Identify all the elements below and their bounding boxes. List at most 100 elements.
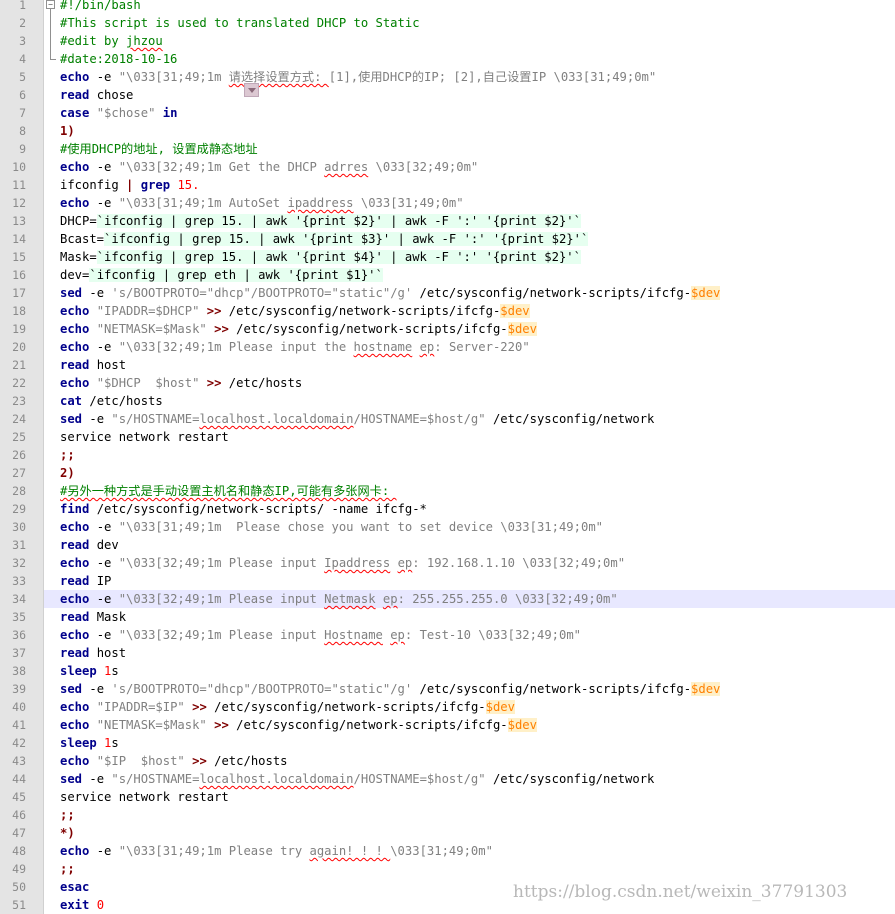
line-code: echo -e "\033[32;49;1m Please input Host… <box>60 626 581 644</box>
code-line[interactable]: 24 sed -e "s/HOSTNAME=localhost.localdoma… <box>0 410 895 428</box>
line-code: service network restart <box>60 788 229 806</box>
code-line[interactable]: 12 echo -e "\033[31;49;1m AutoSet ipaddre… <box>0 194 895 212</box>
line-number: 43 <box>0 752 44 770</box>
code-line[interactable]: 48 echo -e "\033[31;49;1m Please try agai… <box>0 842 895 860</box>
code-line[interactable]: 39 sed -e 's/BOOTPROTO="dhcp"/BOOTPROTO="… <box>0 680 895 698</box>
code-line[interactable]: 47 *) <box>0 824 895 842</box>
dropdown-arrow-icon[interactable] <box>244 83 259 97</box>
code-line[interactable]: 40 echo "IPADDR=$IP" >> /etc/sysconfig/ne… <box>0 698 895 716</box>
fold-collapse-icon[interactable]: − <box>45 0 58 14</box>
code-token: "\033[31;49;1m <box>118 70 229 84</box>
line-number: 23 <box>0 392 44 410</box>
code-line[interactable]: 17 sed -e 's/BOOTPROTO="dhcp"/BOOTPROTO="… <box>0 284 895 302</box>
code-editor[interactable]: 1− #!/bin/bash 2 #This script is used to tr… <box>0 0 895 914</box>
code-line[interactable]: 27 2) <box>0 464 895 482</box>
line-number: 16 <box>0 266 44 284</box>
code-token: 's/BOOTPROTO="dhcp"/BOOTPROTO="static"/g… <box>111 286 413 300</box>
code-line[interactable]: 2 #This script is used to translated DHCP… <box>0 14 895 32</box>
code-line[interactable]: 43 echo "$IP $host" >> /etc/hosts <box>0 752 895 770</box>
line-number: 14 <box>0 230 44 248</box>
code-line[interactable]: 36 echo -e "\033[32;49;1m Please input Ho… <box>0 626 895 644</box>
code-line[interactable]: 6 read chose <box>0 86 895 104</box>
code-line[interactable]: 46;; <box>0 806 895 824</box>
line-code: echo -e "\033[31;49;1m 请选择设置方式: [1],使用DH… <box>60 68 656 86</box>
code-line[interactable]: 37 read host <box>0 644 895 662</box>
code-token: read <box>60 538 90 552</box>
line-code: echo "NETMASK=$Mask" >> /etc/sysconfig/n… <box>60 716 537 734</box>
code-line[interactable]: 42 sleep 1s <box>0 734 895 752</box>
code-token: -e <box>89 340 119 354</box>
code-line[interactable]: 20 echo -e "\033[32;49;1m Please input th… <box>0 338 895 356</box>
code-token: $dev <box>500 304 530 318</box>
code-token: `ifconfig | grep 15. | awk '{print $4}' … <box>96 250 581 264</box>
code-token: \033[31;49;0m" <box>390 844 493 858</box>
code-token: : Server-220" <box>434 340 530 354</box>
code-token: "NETMASK=$Mask" <box>96 718 207 732</box>
line-code: read Mask <box>60 608 126 626</box>
code-line[interactable]: 26;; <box>0 446 895 464</box>
code-line[interactable]: 7 case "$chose" in <box>0 104 895 122</box>
line-code: case "$chose" in <box>60 104 177 122</box>
code-line[interactable]: 19 echo "NETMASK=$Mask" >> /etc/sysconfig… <box>0 320 895 338</box>
line-number: 25 <box>0 428 44 446</box>
code-line[interactable]: 33 read IP <box>0 572 895 590</box>
code-line[interactable]: 34 echo -e "\033[32;49;1m Please input Ne… <box>0 590 895 608</box>
code-token: find <box>60 502 90 516</box>
code-line[interactable]: 25 service network restart <box>0 428 895 446</box>
code-token: service network restart <box>60 430 229 444</box>
code-line[interactable]: 13 DHCP=`ifconfig | grep 15. | awk '{prin… <box>0 212 895 230</box>
code-token: case <box>60 106 90 120</box>
code-line[interactable]: 5 echo -e "\033[31;49;1m 请选择设置方式: [1],使用D… <box>0 68 895 86</box>
code-line[interactable]: 18 echo "IPADDR=$DHCP" >> /etc/sysconfig/… <box>0 302 895 320</box>
code-line[interactable]: 1− #!/bin/bash <box>0 0 895 14</box>
code-token: exit <box>60 898 90 912</box>
code-line[interactable]: 9 #使用DHCP的地址, 设置成静态地址 <box>0 140 895 158</box>
line-number: 13 <box>0 212 44 230</box>
code-line[interactable]: 8 1) <box>0 122 895 140</box>
code-token: echo <box>60 754 90 768</box>
code-line[interactable]: 21 read host <box>0 356 895 374</box>
line-number: 5 <box>0 68 44 86</box>
code-token: echo <box>60 160 90 174</box>
code-token: localhost.localdomain <box>199 772 354 786</box>
code-line[interactable]: 35 read Mask <box>0 608 895 626</box>
code-line[interactable]: 32 echo -e "\033[32;49;1m Please input Ip… <box>0 554 895 572</box>
code-token: ifconfig <box>60 178 127 192</box>
code-line[interactable]: 45 service network restart <box>0 788 895 806</box>
line-code: DHCP=`ifconfig | grep 15. | awk '{print … <box>60 212 581 230</box>
line-code: sed -e 's/BOOTPROTO="dhcp"/BOOTPROTO="st… <box>60 680 721 698</box>
line-number: 15 <box>0 248 44 266</box>
code-line[interactable]: 30 echo -e "\033[31;49;1m Please chose yo… <box>0 518 895 536</box>
line-code: echo -e "\033[32;49;1m Please input Netm… <box>60 590 618 608</box>
code-line[interactable]: 41 echo "NETMASK=$Mask" >> /etc/sysconfig… <box>0 716 895 734</box>
code-line[interactable]: 11 ifconfig | grep 15. <box>0 176 895 194</box>
line-code: 2) <box>60 464 75 482</box>
code-line[interactable]: 10 echo -e "\033[32;49;1m Get the DHCP ad… <box>0 158 895 176</box>
code-token: `ifconfig | grep 15. | awk '{print $3}' … <box>104 232 589 246</box>
line-code: #使用DHCP的地址, 设置成静态地址 <box>60 140 258 158</box>
code-line[interactable]: 28 #另外一种方式是手动设置主机名和静态IP,可能有多张网卡: <box>0 482 895 500</box>
code-token: service network restart <box>60 790 229 804</box>
code-token: -e <box>89 196 119 210</box>
code-token: s <box>111 664 119 678</box>
code-line[interactable]: 16 dev=`ifconfig | grep eth | awk '{print… <box>0 266 895 284</box>
code-line[interactable]: 49;; <box>0 860 895 878</box>
code-line[interactable]: 29 find /etc/sysconfig/network-scripts/ -… <box>0 500 895 518</box>
code-line[interactable]: 44 sed -e "s/HOSTNAME=localhost.localdoma… <box>0 770 895 788</box>
code-line[interactable]: 15 Mask=`ifconfig | grep 15. | awk '{prin… <box>0 248 895 266</box>
code-token: "$DHCP $host" <box>96 376 200 390</box>
code-line[interactable]: 38 sleep 1s <box>0 662 895 680</box>
line-number: 3 <box>0 32 44 50</box>
code-line[interactable]: 31 read dev <box>0 536 895 554</box>
code-line[interactable]: 22 echo "$DHCP $host" >> /etc/hosts <box>0 374 895 392</box>
code-line[interactable]: 3 #edit by jhzou <box>0 32 895 50</box>
code-line[interactable]: 23 cat /etc/hosts <box>0 392 895 410</box>
code-token: echo <box>60 322 90 336</box>
code-line[interactable]: 4 #date:2018-10-16 <box>0 50 895 68</box>
code-token: "IPADDR=$DHCP" <box>96 304 200 318</box>
code-line[interactable]: 14 Bcast=`ifconfig | grep 15. | awk '{pri… <box>0 230 895 248</box>
code-token: *) <box>60 826 75 840</box>
code-token: >> <box>214 322 229 336</box>
